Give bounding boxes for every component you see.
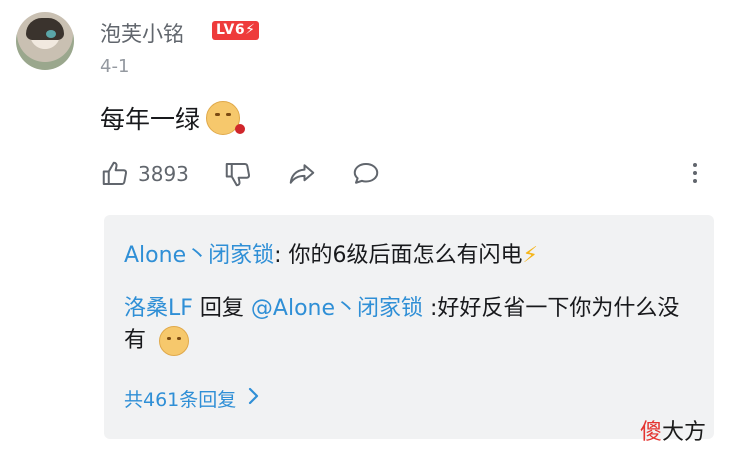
- reply-separator: :: [274, 243, 289, 268]
- reply-text: 你的6级后面怎么有闪电: [288, 243, 523, 268]
- avatar-bow: [46, 30, 56, 38]
- like-count: 3893: [138, 162, 189, 186]
- comment-actions: 3893: [100, 158, 381, 190]
- reply-item: Alone丶闭家锁: 你的6级后面怎么有闪电⚡: [124, 240, 694, 272]
- watermark-char: 傻: [640, 420, 663, 445]
- like-icon[interactable]: [100, 159, 130, 189]
- dislike-icon[interactable]: [223, 159, 253, 189]
- reply-username[interactable]: 洛桑LF: [124, 296, 193, 321]
- view-all-replies-link[interactable]: 共461条回复: [124, 385, 260, 412]
- user-avatar[interactable]: [16, 12, 74, 70]
- comment-date: 4-1: [100, 56, 130, 77]
- share-icon[interactable]: [287, 159, 317, 189]
- reply-icon[interactable]: [351, 159, 381, 189]
- lightning-icon: ⚡: [522, 243, 538, 268]
- comment-content: 每年一绿: [100, 100, 246, 136]
- reply-word: 回复: [192, 296, 251, 321]
- comment-username[interactable]: 泡芙小铭: [100, 18, 184, 48]
- comment-text: 每年一绿: [100, 105, 201, 134]
- chevron-right-icon: [246, 386, 260, 412]
- doge-rose-emoji-icon: [206, 101, 246, 135]
- total-replies-label: 共461条回复: [124, 389, 237, 411]
- reply-preview-box[interactable]: Alone丶闭家锁: 你的6级后面怎么有闪电⚡ 洛桑LF 回复 @Alone丶闭…: [104, 215, 714, 439]
- avatar-hair: [26, 18, 64, 40]
- level-badge: LV6⚡: [212, 21, 260, 40]
- reply-username[interactable]: Alone丶闭家锁: [124, 243, 274, 268]
- doge-emoji-icon: [159, 326, 190, 356]
- watermark: 傻大方: [640, 414, 706, 446]
- watermark-text: 大方: [662, 420, 707, 445]
- more-options-icon[interactable]: [688, 158, 702, 188]
- reply-item: 洛桑LF 回复 @Alone丶闭家锁 :好好反省一下你为什么没有: [124, 293, 694, 357]
- reply-mention[interactable]: @Alone丶闭家锁: [251, 296, 423, 321]
